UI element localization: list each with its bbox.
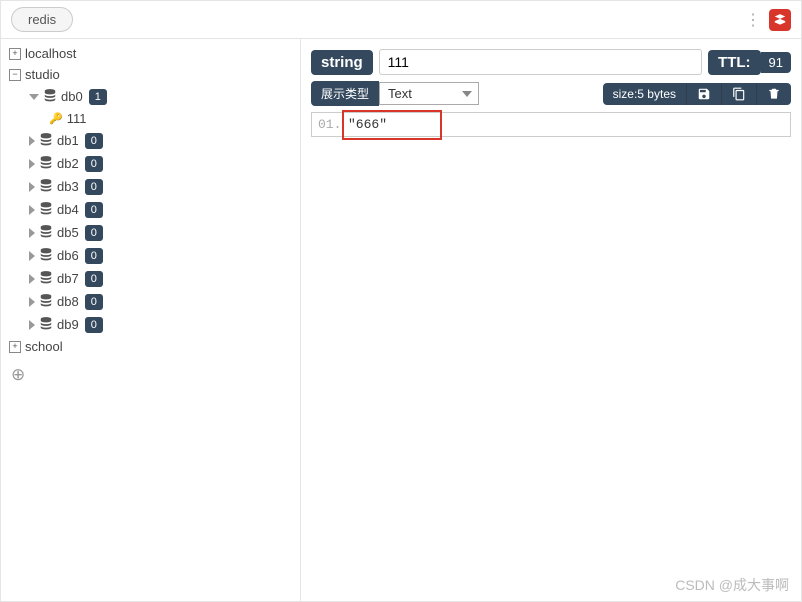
key-type-label: string bbox=[311, 50, 373, 75]
connection-label: localhost bbox=[25, 46, 76, 61]
collapse-icon[interactable] bbox=[9, 69, 21, 81]
key-count-badge: 1 bbox=[89, 89, 107, 105]
db-item-db4[interactable]: db4 0 bbox=[1, 198, 300, 221]
database-icon bbox=[39, 270, 53, 287]
db-label: db9 bbox=[57, 317, 79, 332]
key-label: 111 bbox=[67, 111, 87, 126]
db-label: db5 bbox=[57, 225, 79, 240]
chevron-right-icon[interactable] bbox=[29, 182, 35, 192]
db-item-db2[interactable]: db2 0 bbox=[1, 152, 300, 175]
expand-icon[interactable] bbox=[9, 48, 21, 60]
connection-studio[interactable]: studio bbox=[1, 64, 300, 85]
key-icon: 🔑 bbox=[49, 112, 63, 125]
db-label: db8 bbox=[57, 294, 79, 309]
database-icon bbox=[39, 316, 53, 333]
db-label: db7 bbox=[57, 271, 79, 286]
db-label: db2 bbox=[57, 156, 79, 171]
add-connection-button[interactable]: ⊕ bbox=[1, 357, 300, 393]
chevron-right-icon[interactable] bbox=[29, 274, 35, 284]
db-item-db9[interactable]: db9 0 bbox=[1, 313, 300, 336]
copy-icon bbox=[732, 87, 746, 101]
value-editor[interactable]: 01. "666" bbox=[311, 112, 791, 137]
sidebar: localhost studio db0 1 🔑 111 db1 0 bbox=[1, 39, 301, 601]
chevron-right-icon[interactable] bbox=[29, 205, 35, 215]
database-icon bbox=[39, 224, 53, 241]
key-count-badge: 0 bbox=[85, 248, 103, 264]
trash-icon bbox=[767, 87, 781, 101]
redis-logo-icon bbox=[769, 9, 791, 31]
db-item-db5[interactable]: db5 0 bbox=[1, 221, 300, 244]
key-count-badge: 0 bbox=[85, 294, 103, 310]
key-count-badge: 0 bbox=[85, 156, 103, 172]
main-area: localhost studio db0 1 🔑 111 db1 0 bbox=[1, 39, 801, 601]
tab-redis[interactable]: redis bbox=[11, 7, 73, 32]
save-icon bbox=[697, 87, 711, 101]
save-button[interactable] bbox=[686, 83, 721, 105]
ttl-label: TTL: bbox=[708, 50, 760, 75]
database-icon bbox=[43, 88, 57, 105]
delete-button[interactable] bbox=[756, 83, 791, 105]
copy-button[interactable] bbox=[721, 83, 756, 105]
connection-localhost[interactable]: localhost bbox=[1, 43, 300, 64]
chevron-right-icon[interactable] bbox=[29, 136, 35, 146]
ttl-value: 91 bbox=[761, 52, 791, 73]
key-count-badge: 0 bbox=[85, 133, 103, 149]
database-icon bbox=[39, 155, 53, 172]
db-item-db8[interactable]: db8 0 bbox=[1, 290, 300, 313]
db-item-db3[interactable]: db3 0 bbox=[1, 175, 300, 198]
key-item-111[interactable]: 🔑 111 bbox=[1, 108, 300, 129]
key-count-badge: 0 bbox=[85, 202, 103, 218]
key-count-badge: 0 bbox=[85, 317, 103, 333]
connection-tree: localhost studio db0 1 🔑 111 db1 0 bbox=[1, 39, 300, 601]
expand-icon[interactable] bbox=[9, 341, 21, 353]
db-label: db4 bbox=[57, 202, 79, 217]
db-label: db3 bbox=[57, 179, 79, 194]
database-icon bbox=[39, 247, 53, 264]
db-item-db6[interactable]: db6 0 bbox=[1, 244, 300, 267]
database-icon bbox=[39, 132, 53, 149]
db-label: db1 bbox=[57, 133, 79, 148]
display-type-select[interactable]: Text bbox=[379, 82, 479, 105]
key-name-input[interactable] bbox=[379, 49, 702, 75]
display-type-label: 展示类型 bbox=[311, 81, 379, 106]
db-item-db0[interactable]: db0 1 bbox=[1, 85, 300, 108]
chevron-right-icon[interactable] bbox=[29, 228, 35, 238]
chevron-right-icon[interactable] bbox=[29, 297, 35, 307]
chevron-down-icon[interactable] bbox=[29, 94, 39, 100]
db-item-db1[interactable]: db1 0 bbox=[1, 129, 300, 152]
connection-label: studio bbox=[25, 67, 60, 82]
chevron-right-icon[interactable] bbox=[29, 251, 35, 261]
value-text: "666" bbox=[348, 117, 387, 132]
db-item-db7[interactable]: db7 0 bbox=[1, 267, 300, 290]
db-label: db6 bbox=[57, 248, 79, 263]
database-icon bbox=[39, 201, 53, 218]
key-count-badge: 0 bbox=[85, 225, 103, 241]
key-count-badge: 0 bbox=[85, 271, 103, 287]
db-label: db0 bbox=[61, 89, 83, 104]
key-detail-panel: string TTL: 91 展示类型 Text size:5 bytes 01… bbox=[301, 39, 801, 601]
connection-label: school bbox=[25, 339, 63, 354]
connection-school[interactable]: school bbox=[1, 336, 300, 357]
chevron-right-icon[interactable] bbox=[29, 159, 35, 169]
database-icon bbox=[39, 293, 53, 310]
key-count-badge: 0 bbox=[85, 179, 103, 195]
chevron-right-icon[interactable] bbox=[29, 320, 35, 330]
size-label: size:5 bytes bbox=[603, 83, 686, 105]
top-bar: redis ⋮ bbox=[1, 1, 801, 39]
more-icon[interactable]: ⋮ bbox=[745, 10, 761, 30]
line-number: 01. bbox=[318, 117, 348, 132]
database-icon bbox=[39, 178, 53, 195]
